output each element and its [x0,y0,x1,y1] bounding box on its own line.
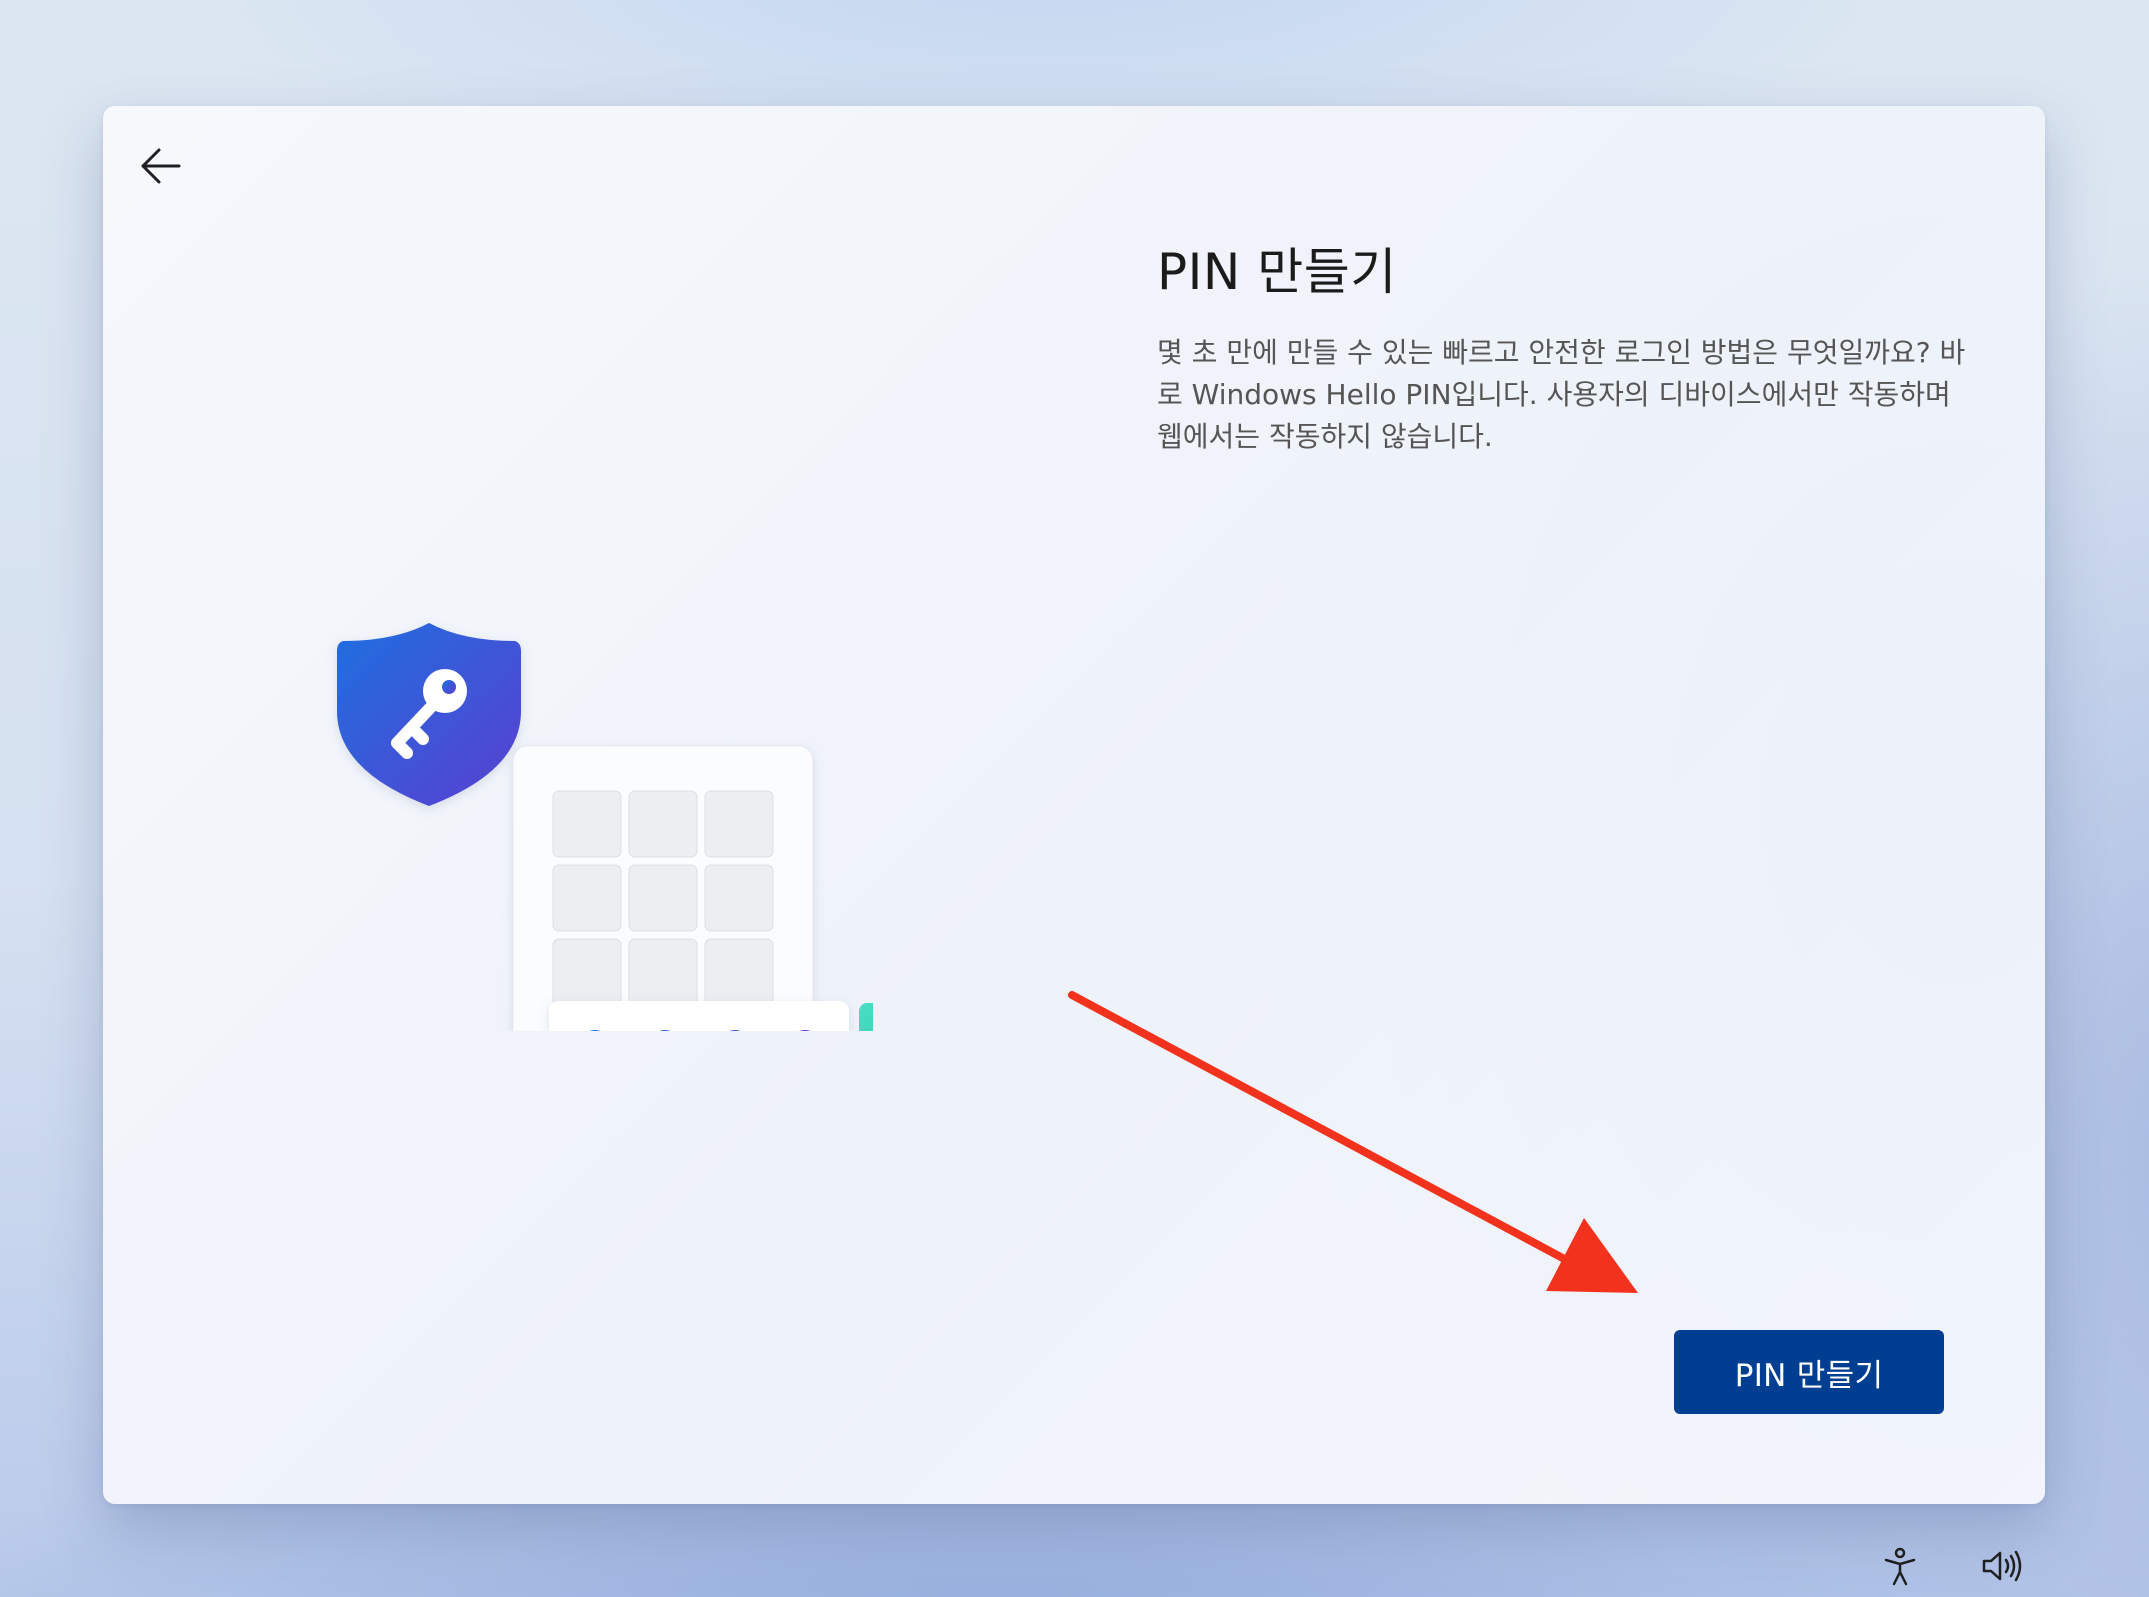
shield-key-icon [337,623,521,806]
oobe-dialog: PIN 만들기 몇 초 만에 만들 수 있는 빠르고 안전한 로그인 방법은 무… [103,106,2045,1504]
pin-dots [549,1001,849,1031]
arrow-left-icon [141,148,181,184]
back-button[interactable] [131,136,191,196]
unlock-icon [859,1003,873,1031]
keypad-icon [512,745,814,1031]
create-pin-button[interactable]: PIN 만들기 [1674,1330,1944,1414]
accessibility-icon [1884,1547,1916,1586]
volume-button[interactable] [1978,1542,2026,1590]
page-description: 몇 초 만에 만들 수 있는 빠르고 안전한 로그인 방법은 무엇일까요? 바로… [1157,336,1966,453]
volume-icon [1982,1550,2022,1582]
accessibility-button[interactable] [1876,1542,1924,1590]
page-title: PIN 만들기 [1157,243,1397,301]
pin-illustration [337,623,873,1031]
